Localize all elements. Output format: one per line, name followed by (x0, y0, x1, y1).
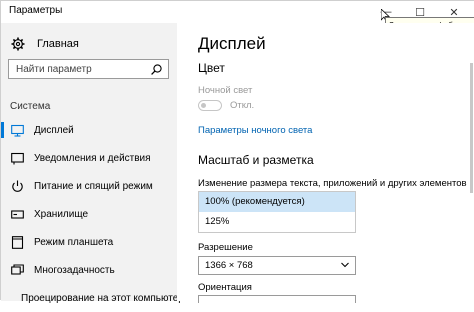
color-heading: Цвет (198, 61, 225, 75)
search-placeholder: Найти параметр (16, 64, 92, 75)
sidebar-item-notifications[interactable]: Уведомления и действия (1, 144, 177, 172)
sidebar: Главная Найти параметр Система Дисплей У… (1, 23, 184, 304)
resolution-value: 1366 × 768 (205, 260, 253, 271)
main-content: Дисплей Цвет Ночной свет Откл. Параметры… (177, 23, 474, 303)
night-light-settings-link[interactable]: Параметры ночного света (198, 125, 312, 136)
sidebar-item-label: Дисплей (34, 124, 74, 136)
orientation-label: Ориентация (198, 282, 252, 293)
sidebar-item-multitasking[interactable]: Многозадачность (1, 256, 177, 284)
tablet-icon (11, 235, 24, 249)
gear-icon (11, 37, 25, 51)
search-input[interactable]: Найти параметр (8, 59, 169, 79)
sidebar-item-storage[interactable]: Хранилище (1, 200, 177, 228)
sidebar-item-label: Питание и спящий режим (34, 180, 153, 192)
page-title: Дисплей (198, 34, 266, 53)
orientation-select[interactable] (198, 295, 356, 303)
multitasking-icon (11, 263, 24, 275)
storage-icon (11, 209, 24, 219)
scale-label: Изменение размера текста, приложений и д… (198, 178, 467, 189)
scrollbar[interactable] (470, 63, 473, 193)
sidebar-item-label: Режим планшета (34, 236, 114, 248)
home-label: Главная (37, 38, 79, 50)
monitor-icon (11, 124, 24, 137)
window-title: Параметры (9, 5, 63, 16)
sidebar-item-label: Уведомления и действия (34, 152, 151, 164)
sidebar-item-projection[interactable]: Проецирование на этот компьютер (1, 284, 184, 312)
section-label-system: Система (10, 101, 51, 112)
sidebar-item-label: Многозадачность (34, 264, 115, 276)
sidebar-item-display[interactable]: Дисплей (1, 116, 177, 144)
search-icon[interactable] (151, 64, 162, 75)
resolution-label: Разрешение (198, 242, 253, 253)
settings-window: Параметры — ☐ ✕ Захват окна / объекта <S… (0, 0, 474, 304)
night-light-state: Откл. (230, 100, 255, 111)
scale-option-125[interactable]: 125% (199, 212, 355, 232)
sidebar-item-label: Проецирование на этот компьютер (21, 292, 184, 304)
night-light-label: Ночной свет (198, 85, 253, 96)
scale-dropdown-list[interactable]: 100% (рекомендуется) 125% (198, 191, 356, 233)
sidebar-item-tablet-mode[interactable]: Режим планшета (1, 228, 177, 256)
power-icon (12, 180, 23, 192)
toggle-knob (201, 102, 206, 108)
home-link[interactable]: Главная (11, 37, 79, 51)
scale-heading: Масштаб и разметка (198, 153, 314, 167)
scale-option-100[interactable]: 100% (рекомендуется) (199, 192, 355, 212)
night-light-toggle[interactable] (198, 100, 222, 111)
sidebar-item-power[interactable]: Питание и спящий режим (1, 172, 177, 200)
notification-icon (11, 152, 24, 164)
resolution-select[interactable]: 1366 × 768 (198, 256, 356, 275)
sidebar-item-label: Хранилище (34, 208, 88, 220)
chevron-down-icon (341, 262, 349, 268)
